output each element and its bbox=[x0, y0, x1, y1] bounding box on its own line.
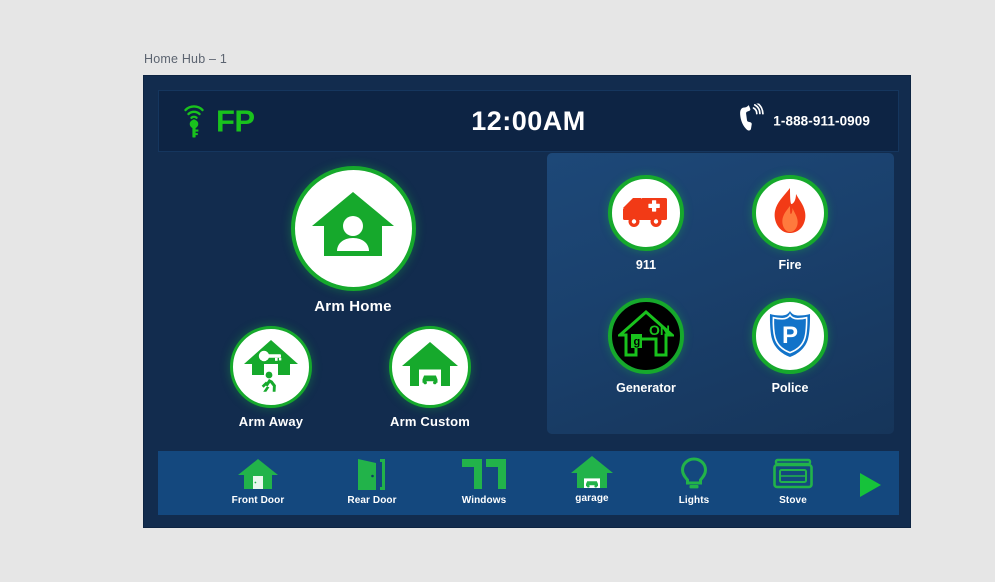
emergency-phone-number: 1-888-911-0909 bbox=[773, 113, 870, 129]
toolbar-label-rear-door: Rear Door bbox=[347, 495, 397, 506]
toolbar-item-windows[interactable]: Windows bbox=[436, 457, 532, 506]
ambulance-icon bbox=[621, 192, 671, 235]
toolbar-item-front-door[interactable]: Front Door bbox=[210, 457, 306, 506]
open-door-icon bbox=[324, 457, 420, 491]
windows-icon bbox=[436, 457, 532, 491]
emergency-police-circle: P bbox=[752, 298, 828, 374]
arm-custom-button[interactable]: Arm Custom bbox=[345, 326, 515, 429]
toolbar-next-page-button[interactable] bbox=[850, 471, 890, 504]
flame-icon bbox=[769, 187, 811, 240]
arm-away-circle bbox=[230, 326, 312, 408]
arm-custom-circle bbox=[389, 326, 471, 408]
emergency-fire-button[interactable]: Fire bbox=[725, 175, 855, 272]
toolbar-item-rear-door[interactable]: Rear Door bbox=[324, 457, 420, 506]
toolbar-label-stove: Stove bbox=[779, 495, 807, 506]
arm-away-label: Arm Away bbox=[238, 414, 304, 429]
arm-custom-label: Arm Custom bbox=[389, 414, 470, 429]
arm-home-button[interactable]: Arm Home bbox=[268, 166, 438, 315]
play-arrow-icon bbox=[857, 473, 883, 503]
emergency-phone[interactable]: 1-888-911-0909 bbox=[737, 101, 870, 139]
toolbar-label-front-door: Front Door bbox=[231, 495, 285, 506]
svg-text:ON: ON bbox=[649, 322, 670, 338]
svg-text:g: g bbox=[634, 336, 641, 348]
ringing-phone-icon bbox=[737, 101, 765, 139]
toolbar-label-windows: Windows bbox=[461, 495, 507, 506]
house-door-icon bbox=[210, 457, 306, 491]
police-shield-p-icon: P bbox=[768, 310, 812, 363]
emergency-generator-button[interactable]: ON g Generator bbox=[581, 298, 711, 395]
stove-icon bbox=[745, 457, 841, 491]
arm-away-button[interactable]: Arm Away bbox=[186, 326, 356, 429]
toolbar-item-stove[interactable]: Stove bbox=[745, 457, 841, 506]
arm-controls-group: Arm Home Arm Away Arm Custom bbox=[158, 166, 548, 441]
toolbar-item-lights[interactable]: Lights bbox=[646, 457, 742, 506]
emergency-911-button[interactable]: 911 bbox=[581, 175, 711, 272]
arm-home-circle bbox=[290, 166, 416, 291]
lightbulb-icon bbox=[646, 457, 742, 491]
emergency-fire-label: Fire bbox=[778, 258, 802, 272]
device-toolbar: Front Door Rear Door Windows garage Ligh… bbox=[158, 451, 899, 515]
emergency-panel: 911 Fire ON g Generator P Police bbox=[547, 153, 894, 434]
house-key-walking-person-icon bbox=[242, 337, 300, 398]
page-title: Home Hub – 1 bbox=[144, 52, 227, 66]
emergency-fire-circle bbox=[752, 175, 828, 251]
emergency-police-button[interactable]: P Police bbox=[725, 298, 855, 395]
toolbar-item-garage[interactable]: garage bbox=[544, 455, 640, 504]
emergency-police-label: Police bbox=[771, 381, 809, 395]
emergency-generator-label: Generator bbox=[616, 381, 676, 395]
header-bar: FP 12:00AM 1-888-911-0909 bbox=[158, 90, 899, 152]
emergency-911-circle bbox=[608, 175, 684, 251]
arm-home-label: Arm Home bbox=[314, 298, 392, 315]
garage-car-icon bbox=[544, 455, 640, 489]
home-hub-device-frame: FP 12:00AM 1-888-911-0909 Arm Home Arm A… bbox=[143, 75, 911, 528]
toolbar-label-garage: garage bbox=[575, 493, 609, 504]
house-person-icon bbox=[310, 186, 396, 271]
generator-house-on-icon: ON g bbox=[616, 309, 676, 364]
svg-text:P: P bbox=[782, 322, 798, 349]
toolbar-label-lights: Lights bbox=[678, 495, 710, 506]
house-garage-car-icon bbox=[400, 338, 460, 397]
emergency-911-label: 911 bbox=[635, 258, 657, 272]
emergency-generator-circle: ON g bbox=[608, 298, 684, 374]
main-content: Arm Home Arm Away Arm Custom 911 Fire ON… bbox=[144, 153, 912, 441]
